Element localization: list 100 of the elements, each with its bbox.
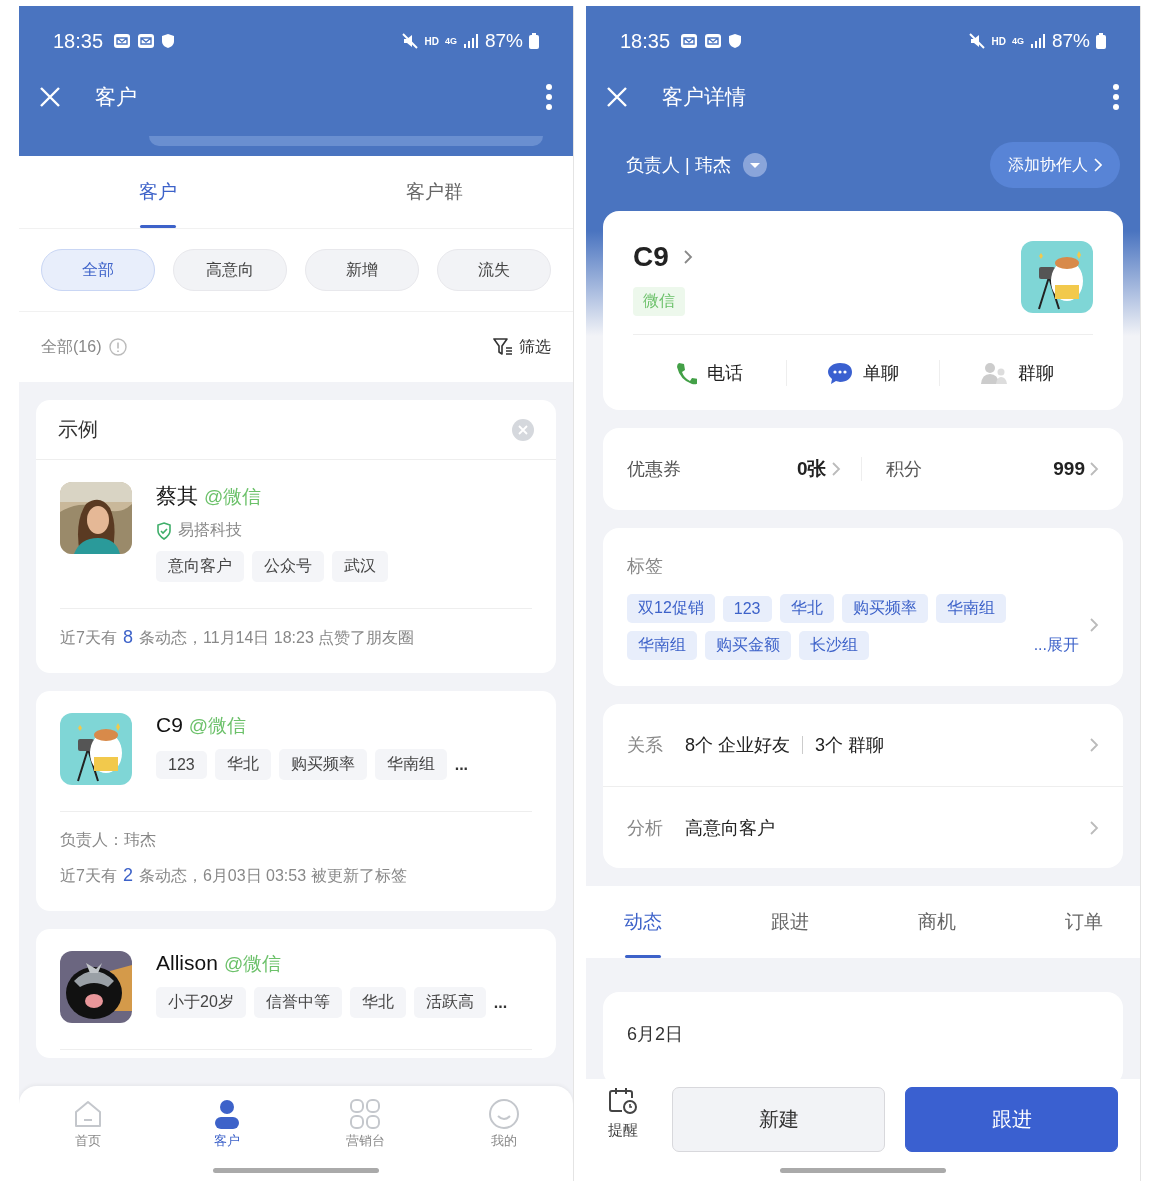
tag: 意向客户	[156, 551, 244, 582]
filter-chip[interactable]: 新增	[305, 249, 419, 291]
card-title: 示例	[58, 417, 99, 442]
tag: 双12促销	[627, 594, 715, 623]
customer-card[interactable]: 示例 蔡其 @微信 易搭科技 意向客户 公众号 武汉 近7天有 8 条动态，11月14日 18:23 点赞了朋友圈	[36, 400, 556, 673]
filter-button[interactable]: 筛选	[493, 336, 551, 358]
stat-value[interactable]: 999	[1053, 458, 1085, 480]
customer-card[interactable]: Allison @微信 小于20岁 信誉中等 华北 活跃高 ...	[36, 929, 556, 1058]
row-label: 关系	[627, 734, 663, 757]
owner-text: 负责人 | 玮杰	[626, 154, 731, 177]
customer-card[interactable]: C9 @微信 123 华北 购买频率 华南组 ... 负责人：玮杰 近7天有 2 条动态，6月03日 03:53 被更新了标签	[36, 691, 556, 911]
tab[interactable]: 客户	[19, 156, 296, 228]
customer-count: 全部(16)	[41, 336, 102, 357]
nav-item[interactable]: 客户	[157, 1098, 296, 1181]
verified-icon	[156, 521, 172, 540]
source-tag: 微信	[633, 287, 685, 316]
stat-value[interactable]: 0张	[796, 456, 827, 482]
tag: 123	[722, 595, 772, 622]
filter-chip[interactable]: 高意向	[173, 249, 287, 291]
tab[interactable]: 动态	[586, 886, 716, 958]
group-icon	[979, 361, 1008, 384]
mail-icon	[680, 33, 699, 49]
battery-icon	[1096, 33, 1106, 49]
mute-icon	[967, 32, 986, 50]
status-time: 18:35	[620, 29, 671, 53]
tag: 华南组	[374, 749, 447, 780]
signal-icon	[462, 34, 479, 48]
source-label: @微信	[223, 952, 282, 976]
filter-chip[interactable]: 全部	[41, 249, 155, 291]
mail-icon	[704, 33, 723, 49]
dropdown-icon[interactable]	[742, 153, 767, 177]
chevron-icon	[1089, 461, 1099, 477]
grid-icon	[349, 1098, 382, 1130]
battery-level: 87%	[1051, 30, 1090, 52]
nav-item[interactable]: 首页	[19, 1098, 158, 1181]
chevron-icon	[682, 249, 693, 265]
add-collaborator-button[interactable]: 添加协作人	[990, 142, 1120, 188]
action-button[interactable]: 群聊	[939, 359, 1093, 386]
page-title: 客户	[95, 84, 138, 110]
shield-icon	[728, 33, 743, 49]
activity-text: 近7天有 8 条动态，11月14日 18:23 点赞了朋友圈	[60, 627, 416, 649]
phone-icon	[675, 360, 698, 385]
filter-chip[interactable]: 流失	[437, 249, 551, 291]
shield-icon	[161, 33, 176, 49]
smile-icon	[487, 1098, 520, 1130]
more-tags: ...	[454, 755, 469, 774]
row-label: 分析	[627, 816, 663, 840]
stat-label: 优惠券	[627, 458, 682, 481]
filter-icon	[493, 338, 513, 356]
section-label: 标签	[627, 555, 664, 578]
battery-level: 87%	[484, 30, 523, 52]
stat-label: 积分	[885, 458, 923, 481]
new-button[interactable]: 新建	[672, 1087, 885, 1152]
customer-name: C9	[156, 713, 183, 737]
tag: 华南组	[627, 631, 697, 660]
hd-indicator: HD	[424, 35, 439, 47]
chevron-icon	[830, 461, 841, 477]
tag: 购买金额	[705, 631, 791, 660]
tag: 长沙组	[799, 631, 869, 660]
tag: 活跃高	[413, 987, 486, 1018]
friends-count[interactable]: 8个 企业好友	[685, 733, 790, 757]
tab[interactable]: 商机	[863, 886, 1010, 958]
more-icon[interactable]	[545, 83, 553, 111]
more-icon[interactable]	[1112, 83, 1120, 111]
tab[interactable]: 客户群	[296, 156, 573, 228]
close-icon[interactable]	[39, 86, 61, 108]
chevron-icon	[1089, 617, 1099, 633]
customer-name[interactable]: C9	[633, 241, 669, 273]
tag: 购买频率	[841, 594, 928, 623]
expand-link[interactable]: ...展开	[1033, 635, 1079, 656]
hd-indicator: HD	[991, 35, 1006, 47]
calendar-clock-icon	[608, 1087, 638, 1115]
nav-item[interactable]: 我的	[434, 1098, 573, 1181]
customer-name: 蔡其	[156, 483, 198, 509]
action-button[interactable]: 电话	[633, 359, 786, 386]
signal-icon	[1029, 34, 1046, 48]
company-name: 易搭科技	[178, 520, 242, 540]
nav-item[interactable]: 营销台	[296, 1098, 435, 1181]
groups-count[interactable]: 3个 群聊	[815, 733, 885, 757]
close-icon[interactable]	[606, 86, 628, 108]
tab[interactable]: 跟进	[716, 886, 863, 958]
status-time: 18:35	[53, 29, 104, 53]
tag: 公众号	[252, 551, 324, 582]
network-indicator: 4G	[1011, 36, 1024, 46]
page-title: 客户详情	[662, 84, 747, 110]
chevron-icon	[1089, 737, 1099, 753]
mail-icon	[137, 33, 156, 49]
source-label: @微信	[188, 714, 247, 738]
tab[interactable]: 订单	[1010, 886, 1140, 958]
battery-icon	[529, 33, 539, 49]
chevron-icon	[1089, 819, 1099, 836]
tag: 华北	[779, 594, 834, 623]
tag: 华南组	[935, 594, 1006, 623]
reminder-button[interactable]: 提醒	[608, 1087, 638, 1140]
action-button[interactable]: 单聊	[785, 359, 940, 386]
tag: 华北	[214, 749, 271, 780]
customer-name: Allison	[156, 951, 218, 975]
tag: 小于20岁	[156, 987, 246, 1018]
owner-text: 负责人：玮杰	[60, 830, 157, 850]
follow-up-button[interactable]: 跟进	[905, 1087, 1118, 1152]
